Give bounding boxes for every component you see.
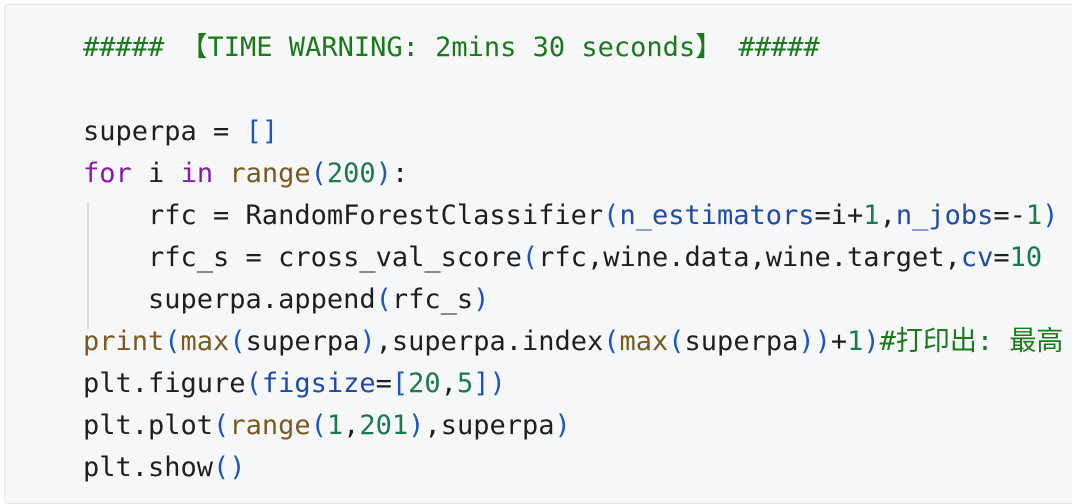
code-line: ##### 【TIME WARNING: 2mins 30 seconds】 #… (83, 27, 1063, 69)
code-token: ]) (473, 368, 506, 399)
code-token: [] (245, 116, 279, 147)
code-token: 200 (326, 158, 376, 189)
code-token: 1 (847, 326, 864, 357)
code-line: superpa.append(rfc_s) (83, 279, 1063, 321)
code-token: superpa (245, 326, 360, 357)
code-token: = (993, 242, 1010, 273)
code-token: 1 (326, 410, 344, 441)
code-token: for (83, 158, 132, 189)
code-token: = (375, 368, 392, 399)
code-token: ( (213, 410, 230, 441)
code-line: rfc = RandomForestClassifier(n_estimator… (83, 195, 1063, 237)
code-token: rfc_s = cross_val_score (83, 242, 522, 273)
code-token: 10 (1009, 242, 1043, 273)
code-token: , (343, 410, 360, 441)
code-token: n_estimators (619, 200, 815, 231)
code-token: range (229, 410, 311, 441)
code-token: print (83, 326, 165, 357)
code-token: ( (229, 326, 246, 357)
code-token: 5 (456, 368, 474, 399)
code-token: + (830, 326, 848, 357)
code-token: max (180, 326, 230, 357)
code-block: ##### 【TIME WARNING: 2mins 30 seconds】 #… (4, 4, 1072, 504)
code-token: [ (391, 368, 409, 399)
code-token: ) (359, 326, 376, 357)
code-token: plt.figure (83, 368, 246, 399)
code-token: ( (521, 242, 539, 273)
code-line: print(max(superpa),superpa.index(max(sup… (83, 321, 1063, 363)
code-token: ) (375, 158, 392, 189)
code-token: plt.plot (83, 410, 214, 441)
code-token: max (619, 326, 669, 357)
code-token: figsize (261, 368, 376, 399)
code-token: superpa = (83, 116, 246, 147)
code-token: range (229, 158, 311, 189)
code-token: =i+ (814, 200, 864, 231)
code-token: ( (310, 158, 327, 189)
code-token: ) (863, 326, 880, 357)
code-line: plt.figure(figsize=[20,5]) (83, 363, 1063, 405)
code-token: ,superpa.index (375, 326, 604, 357)
code-token: in (180, 158, 214, 189)
code-token: ) (473, 284, 490, 315)
code-token: plt.show (83, 452, 214, 483)
code-token: : (391, 158, 409, 189)
code-token: ( (164, 326, 181, 357)
code-token: rfc = RandomForestClassifier (83, 200, 604, 231)
code-token: #打印出: 最高 (879, 326, 1064, 357)
code-token: ##### 【TIME WARNING: 2mins 30 seconds】 #… (83, 32, 820, 63)
code-token: superpa (684, 326, 799, 357)
code-line: for i in range(200): (83, 153, 1063, 195)
code-token: n_jobs (895, 200, 994, 231)
code-token: 1 (1025, 200, 1043, 231)
code-token: 20 (408, 368, 441, 399)
code-token: ) (554, 410, 571, 441)
code-line: plt.plot(range(1,201),superpa) (83, 405, 1063, 447)
code-line: plt.show() (83, 447, 1063, 489)
code-token: superpa.append (83, 284, 376, 315)
code-token: ( (375, 284, 392, 315)
code-line: rfc_s = cross_val_score(rfc,wine.data,wi… (83, 237, 1063, 279)
code-token: rfc,wine.data,wine.target, (538, 242, 961, 273)
code-token: i (131, 158, 181, 189)
code-token: rfc_s (391, 284, 474, 315)
code-token: ( (310, 410, 327, 441)
code-token: , (879, 200, 896, 231)
code-token: cv (960, 242, 994, 273)
code-token: 201 (359, 410, 409, 441)
code-token: () (213, 452, 246, 483)
code-token: ( (245, 368, 262, 399)
code-token: 1 (863, 200, 880, 231)
code-content: ##### 【TIME WARNING: 2mins 30 seconds】 #… (83, 27, 1063, 489)
code-token: )) (798, 326, 831, 357)
code-token: ) (408, 410, 425, 441)
code-line: superpa = [] (83, 111, 1063, 153)
code-token: ( (603, 200, 620, 231)
code-token: ( (668, 326, 685, 357)
code-token: ) (1042, 200, 1059, 231)
code-token: =- (993, 200, 1026, 231)
code-token: ,superpa (424, 410, 555, 441)
code-token: , (440, 368, 457, 399)
code-token: ( (603, 326, 620, 357)
